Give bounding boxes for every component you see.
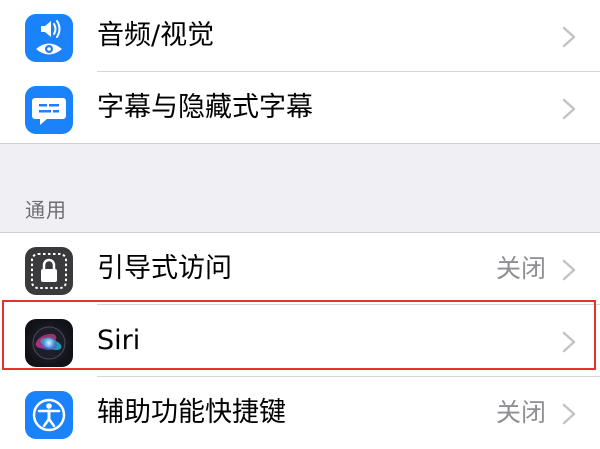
settings-row-value: 关闭 (495, 398, 546, 427)
lock-icon (25, 247, 73, 295)
group-bottom-border (0, 143, 600, 144)
chevron-right-icon (562, 403, 576, 425)
chevron-right-icon (562, 259, 576, 281)
chevron-right-icon (562, 331, 576, 353)
general-settings-group: 引导式访问 关闭 Siri 辅助功能快捷键 关闭 (0, 233, 600, 449)
siri-icon (25, 319, 73, 367)
speaker-eye-icon (25, 14, 73, 62)
settings-row-label: Siri (97, 325, 141, 356)
settings-row-audio-visual[interactable]: 音频/视觉 (0, 0, 600, 72)
settings-row-label: 辅助功能快捷键 (97, 397, 286, 428)
section-header-general: 通用 (25, 198, 67, 222)
settings-row-captions[interactable]: 字幕与隐藏式字幕 (0, 72, 600, 144)
top-settings-group: 音频/视觉 字幕与隐藏式字幕 (0, 0, 600, 144)
accessibility-icon (25, 391, 73, 439)
settings-row-label: 引导式访问 (97, 253, 232, 284)
settings-row-label: 字幕与隐藏式字幕 (97, 92, 313, 123)
chevron-right-icon (562, 26, 576, 48)
settings-row-value: 关闭 (495, 254, 546, 283)
settings-row-accessibility-shortcut[interactable]: 辅助功能快捷键 关闭 (0, 377, 600, 449)
chevron-right-icon (562, 98, 576, 120)
captions-bubble-icon (25, 86, 73, 134)
settings-row-guided-access[interactable]: 引导式访问 关闭 (0, 233, 600, 305)
settings-row-label: 音频/视觉 (97, 20, 215, 51)
settings-row-siri[interactable]: Siri (0, 305, 600, 377)
